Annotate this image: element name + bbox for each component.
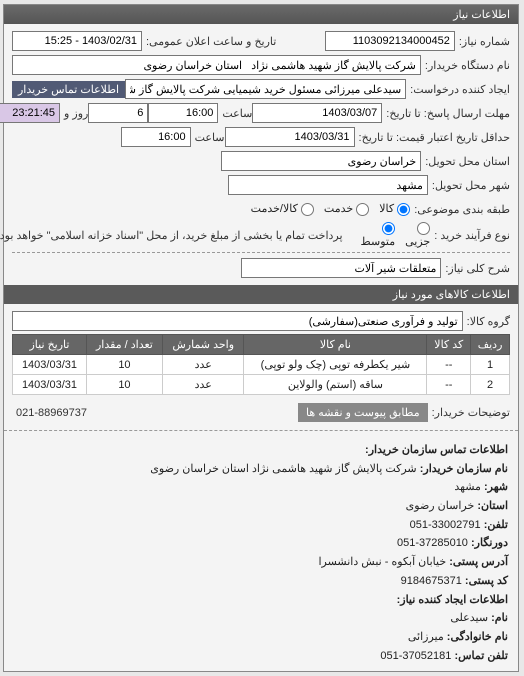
fax-v: 051-37285010	[398, 534, 469, 553]
radio-service[interactable]	[357, 203, 370, 216]
announce-dt-label: تاریخ و ساعت اعلان عمومی:	[147, 35, 277, 48]
table-cell: 1	[472, 355, 511, 375]
remain-time-input[interactable]	[0, 103, 61, 123]
org-name-v: شرکت پالایش گاز شهید هاشمی نژاد استان خر…	[151, 463, 417, 475]
table-header: واحد شمارش	[163, 335, 245, 355]
subject-class-label: طبقه بندی موضوعی:	[415, 203, 511, 216]
fname-l: نام:	[492, 612, 509, 624]
radio-goods[interactable]	[398, 203, 411, 216]
address-l: آدرس پستی:	[450, 556, 509, 568]
announce-dt-input[interactable]	[13, 31, 143, 51]
buyer-contact-button[interactable]: اطلاعات تماس خریدار	[13, 81, 126, 98]
radio-goods-label[interactable]: کالا	[380, 202, 411, 216]
radio-small[interactable]	[418, 222, 431, 235]
main-fields: شماره نیاز: تاریخ و ساعت اعلان عمومی: نا…	[5, 24, 519, 285]
cphone-l: تلفن تماس:	[455, 650, 509, 662]
province-v: خراسان رضوی	[407, 500, 476, 512]
group-input[interactable]	[13, 311, 464, 331]
table-row[interactable]: 2--ساقه (استم) والولاینعدد101403/03/31	[14, 375, 511, 395]
table-cell: ساقه (استم) والولاین	[245, 375, 428, 395]
requester-label: ایجاد کننده درخواست:	[411, 83, 511, 96]
lname-l: نام خانوادگی:	[448, 631, 509, 643]
group-label: گروه کالا:	[468, 315, 511, 328]
postal-l: کد پستی:	[466, 575, 509, 587]
table-header: تاریخ نیاز	[14, 335, 88, 355]
table-cell: 1403/03/31	[14, 375, 88, 395]
radio-goods-service[interactable]	[302, 203, 315, 216]
delivery-province-label: استان محل تحویل:	[426, 155, 511, 168]
city-l: شهر:	[485, 481, 509, 493]
attachments-button[interactable]: مطابق پیوست و نقشه ها	[299, 403, 429, 422]
address-v: خیابان آبکوه - نبش دانشسرا	[319, 556, 447, 568]
buyer-desc-label: توضیحات خریدار:	[433, 406, 511, 419]
validity-time-input[interactable]	[122, 127, 192, 147]
deadline-time-input[interactable]	[149, 103, 219, 123]
saat-label-1: ساعت	[223, 107, 253, 120]
panel-title: اطلاعات نیاز	[5, 5, 519, 24]
table-row[interactable]: 1--شیر یکطرفه توپی (چک ولو توپی)عدد10140…	[14, 355, 511, 375]
validity-label: حداقل تاریخ اعتبار قیمت: تا تاریخ:	[360, 131, 511, 144]
deadline-label: مهلت ارسال پاسخ: تا تاریخ:	[387, 107, 511, 120]
table-header: کد کالا	[428, 335, 472, 355]
validity-date-input[interactable]	[226, 127, 356, 147]
lname-v: میرزائی	[409, 631, 445, 643]
table-cell: 2	[472, 375, 511, 395]
delivery-city-input[interactable]	[229, 175, 429, 195]
items-header: اطلاعات کالاهای مورد نیاز	[5, 285, 519, 304]
need-subject-input[interactable]	[242, 258, 442, 278]
extra-phone: 021-88969737	[17, 407, 88, 419]
contact-title: اطلاعات تماس سازمان خریدار:	[366, 444, 509, 456]
creator-title: اطلاعات ایجاد کننده نیاز:	[398, 594, 509, 606]
table-cell: --	[428, 375, 472, 395]
postal-v: 9184675371	[402, 572, 463, 591]
table-header: ردیف	[472, 335, 511, 355]
table-cell: --	[428, 355, 472, 375]
radio-medium[interactable]	[383, 222, 396, 235]
fname-v: سیدعلی	[451, 612, 489, 624]
phone-v: 051-33002791	[411, 516, 482, 535]
cphone-v: 051-37052181	[381, 647, 452, 666]
org-name-l: نام سازمان خریدار:	[421, 463, 509, 475]
purchase-type-label: نوع فرآیند خرید :	[435, 229, 511, 242]
table-cell: 10	[87, 355, 163, 375]
city-v: مشهد	[455, 481, 482, 493]
table-header: نام کالا	[245, 335, 428, 355]
radio-service-label[interactable]: خدمت	[325, 202, 370, 216]
divider-2	[5, 430, 519, 431]
need-no-label: شماره نیاز:	[460, 35, 511, 48]
items-table: ردیفکد کالانام کالاواحد شمارشتعداد / مقد…	[13, 334, 511, 395]
buyer-org-label: نام دستگاه خریدار:	[426, 59, 511, 72]
contact-section: اطلاعات تماس سازمان خریدار: نام سازمان خ…	[5, 435, 519, 671]
roz-label: روز و	[65, 107, 89, 120]
radio-medium-label[interactable]: متوسط	[362, 222, 397, 248]
deadline-date-input[interactable]	[253, 103, 383, 123]
buyer-org-input[interactable]	[13, 55, 422, 75]
need-no-input[interactable]	[326, 31, 456, 51]
table-header: تعداد / مقدار	[87, 335, 163, 355]
divider	[13, 252, 511, 253]
requester-input[interactable]	[126, 79, 407, 99]
purchase-note: پرداخت تمام یا بخشی از مبلغ خرید، از محل…	[0, 229, 344, 242]
phone-l: تلفن:	[485, 519, 509, 531]
delivery-city-label: شهر محل تحویل:	[433, 179, 511, 192]
province-l: استان:	[478, 500, 509, 512]
table-cell: شیر یکطرفه توپی (چک ولو توپی)	[245, 355, 428, 375]
remain-days-input[interactable]	[89, 103, 149, 123]
radio-small-label[interactable]: جزیی	[406, 222, 431, 248]
table-cell: 1403/03/31	[14, 355, 88, 375]
table-cell: عدد	[163, 355, 245, 375]
saat-label-2: ساعت	[196, 131, 226, 144]
radio-goods-service-label[interactable]: کالا/خدمت	[252, 202, 315, 216]
need-subject-label: شرح کلی نیاز:	[446, 262, 511, 275]
need-info-panel: اطلاعات نیاز شماره نیاز: تاریخ و ساعت اع…	[4, 4, 520, 672]
table-cell: 10	[87, 375, 163, 395]
delivery-province-input[interactable]	[222, 151, 422, 171]
table-cell: عدد	[163, 375, 245, 395]
fax-l: دورنگار:	[472, 537, 509, 549]
